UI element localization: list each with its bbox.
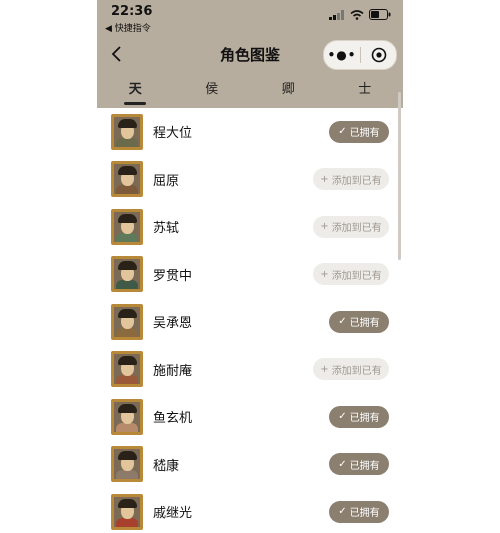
avatar [111, 161, 143, 198]
check-icon: ✓ [338, 316, 347, 328]
check-icon: ✓ [338, 411, 347, 423]
list-item: 戚继光 ✓ 已拥有 [97, 488, 403, 533]
list-item: 程大位 ✓ 已拥有 [97, 108, 403, 156]
owned-button[interactable]: ✓ 已拥有 [329, 120, 389, 143]
owned-button[interactable]: ✓ 已拥有 [329, 500, 389, 523]
character-name: 嵇康 [153, 458, 180, 474]
list-item: 吴承恩 ✓ 已拥有 [97, 298, 403, 346]
list-item: 鱼玄机 ✓ 已拥有 [97, 393, 403, 441]
plus-icon: + [320, 268, 329, 280]
list-item: 苏轼 + 添加到已有 [97, 203, 403, 251]
add-to-owned-button[interactable]: + 添加到已有 [313, 168, 389, 191]
check-icon: ✓ [338, 126, 347, 138]
avatar [111, 113, 143, 150]
avatar [111, 303, 143, 340]
tab-qing[interactable]: 卿 [250, 76, 327, 106]
battery-icon [369, 9, 391, 20]
target-icon [371, 47, 386, 63]
tab-hou[interactable]: 侯 [174, 76, 251, 106]
character-name: 施耐庵 [153, 363, 193, 379]
back-to-app-link[interactable]: ◀ 快捷指令 [105, 21, 151, 34]
owned-button[interactable]: ✓ 已拥有 [329, 453, 389, 476]
character-name: 罗贯中 [153, 268, 193, 284]
status-time: 22:36 [111, 4, 153, 19]
list-item: 施耐庵 + 添加到已有 [97, 346, 403, 394]
list-item: 屈原 + 添加到已有 [97, 156, 403, 204]
check-icon: ✓ [338, 458, 347, 470]
mini-program-capsule: •●• [323, 40, 397, 70]
plus-icon: + [320, 221, 329, 233]
check-icon: ✓ [338, 506, 347, 518]
avatar [111, 446, 143, 483]
character-name: 鱼玄机 [153, 411, 193, 427]
signal-icon [329, 9, 344, 20]
phone-screen: 22:36 ◀ 快捷指令 角色图鉴 •●• 天 侯 卿 士 程大位 ✓ 已拥有 … [97, 0, 403, 533]
list-item: 嵇康 ✓ 已拥有 [97, 441, 403, 489]
more-icon[interactable]: •●• [324, 48, 360, 62]
character-name: 吴承恩 [153, 316, 193, 332]
add-to-owned-button[interactable]: + 添加到已有 [313, 215, 389, 238]
character-name: 戚继光 [153, 506, 193, 522]
avatar [111, 208, 143, 245]
add-to-owned-button[interactable]: + 添加到已有 [313, 263, 389, 286]
wifi-icon [350, 9, 364, 20]
status-icons [329, 9, 391, 20]
tab-bar: 天 侯 卿 士 [97, 76, 403, 106]
tab-shi[interactable]: 士 [327, 76, 404, 106]
character-list: 程大位 ✓ 已拥有 屈原 + 添加到已有 苏轼 + 添加到已有 罗贯中 + 添加到已有 … [97, 108, 403, 533]
close-program-button[interactable] [361, 47, 396, 63]
avatar [111, 256, 143, 293]
character-name: 程大位 [153, 126, 193, 142]
plus-icon: + [320, 173, 329, 185]
header: 22:36 ◀ 快捷指令 角色图鉴 •●• 天 侯 卿 士 [97, 0, 403, 108]
scrollbar[interactable] [398, 92, 401, 260]
avatar [111, 351, 143, 388]
owned-button[interactable]: ✓ 已拥有 [329, 310, 389, 333]
list-item: 罗贯中 + 添加到已有 [97, 251, 403, 299]
plus-icon: + [320, 363, 329, 375]
tab-tian[interactable]: 天 [97, 76, 174, 106]
avatar [111, 493, 143, 530]
character-name: 屈原 [153, 173, 180, 189]
avatar [111, 398, 143, 435]
add-to-owned-button[interactable]: + 添加到已有 [313, 358, 389, 381]
owned-button[interactable]: ✓ 已拥有 [329, 405, 389, 428]
character-name: 苏轼 [153, 221, 180, 237]
